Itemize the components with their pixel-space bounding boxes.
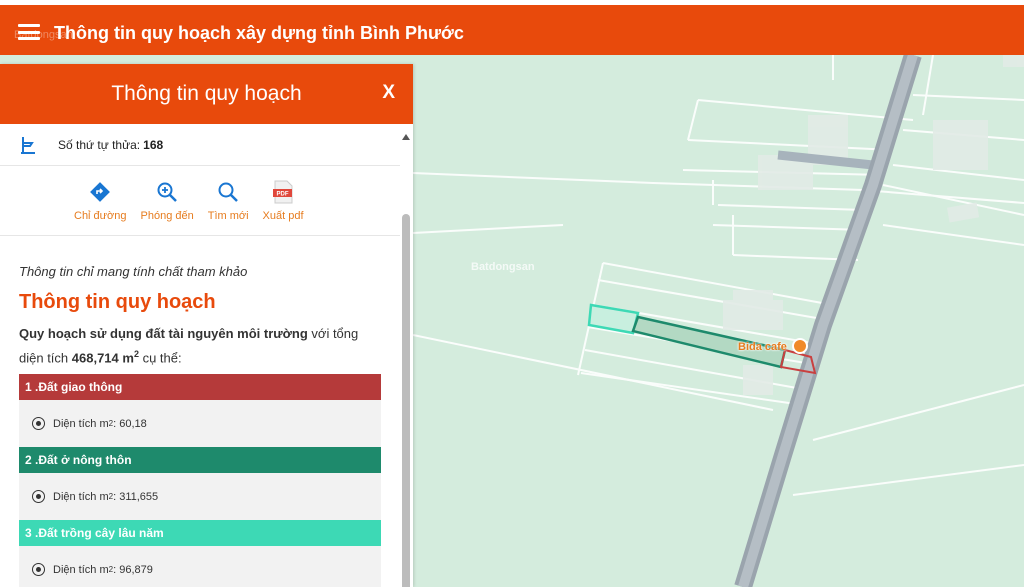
scroll-up-arrow-icon[interactable]	[402, 134, 410, 140]
area-value: : 311,655	[113, 490, 159, 503]
category-transport: 1 .Đất giao thông Diện tích m2: 60,18	[19, 374, 381, 448]
app-title: Thông tin quy hoạch xây dựng tỉnh Bình P…	[54, 23, 464, 43]
zoom-to-button[interactable]: Phóng đến	[141, 180, 194, 235]
area-label: Diện tích m	[53, 490, 109, 503]
parcel-flag-icon	[21, 136, 35, 154]
category-body: Diện tích m2: 311,655	[19, 473, 381, 521]
map-canvas[interactable]	[413, 55, 1024, 587]
summary-total-area: 468,714 m	[71, 350, 134, 366]
pdf-icon: PDF	[273, 180, 293, 204]
panel-scrollbar[interactable]	[401, 134, 412, 587]
panel-title: Thông tin quy hoạch	[111, 82, 302, 105]
summary-plan-name: Quy hoạch sử dụng đất tài nguyên môi trư…	[19, 326, 308, 341]
poi-pin-icon[interactable]	[792, 338, 808, 354]
planning-summary: Quy hoạch sử dụng đất tài nguyên môi trư…	[19, 324, 384, 368]
parcel-number-label: Số thứ tự thửa:	[58, 137, 141, 152]
new-search-button[interactable]: Tìm mới	[208, 180, 249, 235]
panel-content: Thông tin chỉ mang tính chất tham khảo T…	[0, 236, 400, 587]
parcel-number-row: Số thứ tự thửa: 168	[0, 124, 400, 166]
category-body: Diện tích m2: 60,18	[19, 400, 381, 448]
close-button[interactable]: X	[382, 82, 395, 104]
summary-suffix: cụ thể:	[138, 350, 182, 366]
zoom-to-label: Phóng đến	[140, 210, 194, 222]
zoom-in-icon	[157, 182, 177, 202]
parcel-number-value: 168	[143, 137, 164, 152]
new-search-label: Tìm mới	[207, 210, 249, 222]
map-view[interactable]: Batdongsan Bida cafe	[413, 55, 1024, 587]
export-pdf-button[interactable]: PDF Xuất pdf	[263, 180, 304, 235]
poi-label[interactable]: Bida cafe	[738, 341, 787, 353]
map-watermark: Batdongsan	[471, 261, 535, 273]
planning-info-panel: Thông tin quy hoạch X Số thứ tự thửa: 16…	[0, 64, 413, 587]
area-label: Diện tích m	[53, 417, 109, 430]
category-rural-residential: 2 .Đất ở nông thôn Diện tích m2: 311,655	[19, 447, 381, 521]
directions-button[interactable]: Chỉ đường	[74, 180, 127, 235]
action-bar: Chỉ đường Phóng đến Tìm mới PDF Xuất pdf	[0, 166, 400, 236]
category-header[interactable]: 3 .Đất trồng cây lâu năm	[19, 520, 381, 547]
scroll-thumb[interactable]	[402, 214, 410, 587]
svg-text:PDF: PDF	[277, 192, 289, 198]
category-perennial-crops: 3 .Đất trồng cây lâu năm Diện tích m2: 9…	[19, 520, 381, 587]
panel-header: Thông tin quy hoạch X	[0, 64, 413, 124]
area-value: : 60,18	[113, 417, 147, 430]
directions-label: Chỉ đường	[74, 210, 127, 222]
export-pdf-label: Xuất pdf	[262, 210, 304, 222]
search-icon	[218, 182, 239, 202]
disclaimer-note: Thông tin chỉ mang tính chất tham khảo	[19, 264, 248, 279]
category-header[interactable]: 2 .Đất ở nông thôn	[19, 447, 381, 474]
category-body: Diện tích m2: 96,879	[19, 546, 381, 587]
radio-dot-icon	[32, 563, 45, 577]
category-header[interactable]: 1 .Đất giao thông	[19, 374, 381, 401]
radio-dot-icon	[32, 490, 45, 504]
section-title: Thông tin quy hoạch	[19, 291, 216, 313]
radio-dot-icon	[32, 417, 45, 431]
app-header: Batdongsan Thông tin quy hoạch xây dựng …	[0, 0, 1024, 55]
area-label: Diện tích m	[53, 563, 109, 576]
directions-icon	[90, 182, 111, 202]
area-value: : 96,879	[113, 563, 153, 576]
